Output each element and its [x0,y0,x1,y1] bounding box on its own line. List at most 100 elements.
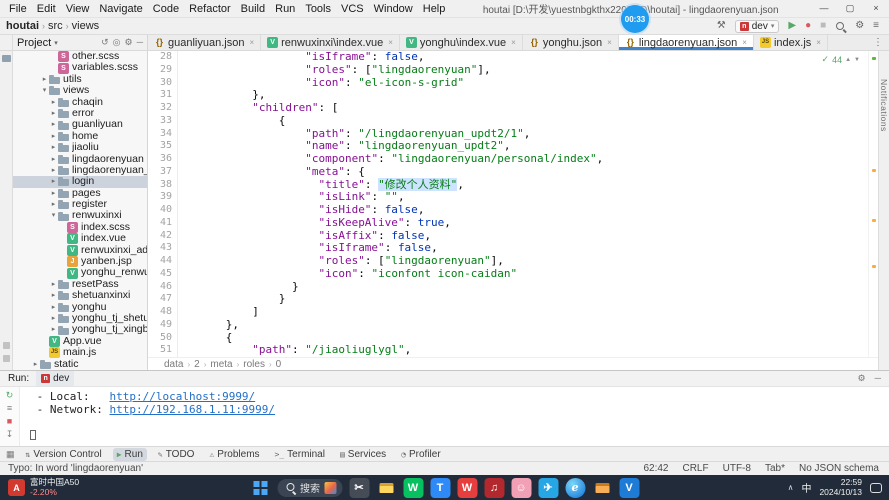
tree-item-guanliyuan[interactable]: ▸guanliyuan [13,119,147,130]
menu-edit[interactable]: Edit [32,3,61,15]
breadcrumb-roles[interactable]: roles [243,359,265,370]
soft-wrap-icon[interactable]: ≡ [7,403,12,413]
taskbar-app-file-explorer[interactable] [376,478,396,498]
tree-item-static[interactable]: ▸static [13,359,147,370]
taskbar-app-folder-app[interactable] [592,478,612,498]
tree-chevron-icon[interactable]: ▸ [49,199,58,210]
hide-panel-icon[interactable]: ─ [137,37,143,48]
tree-chevron-icon[interactable]: ▸ [31,359,40,370]
editor-area[interactable]: 2829303132333435363738394041424344454647… [148,51,878,370]
taskbar-app-music-app[interactable]: ♫ [484,478,504,498]
breadcrumb-2[interactable]: 2 [194,359,200,370]
taskbar-search[interactable]: 搜索 [277,479,342,497]
status-62-42[interactable]: 62:42 [643,463,668,474]
editor-tab-renwuxinxi-index-vue[interactable]: Vrenwuxinxi\index.vue× [261,35,400,50]
console-link[interactable]: http://192.168.1.11:9999/ [109,403,275,416]
tree-chevron-icon[interactable]: ▸ [49,302,58,313]
next-problem-icon[interactable]: ▼ [854,57,860,63]
menu-run[interactable]: Run [270,3,300,15]
tree-item-main-js[interactable]: JSmain.js [13,347,147,358]
menu-code[interactable]: Code [148,3,184,15]
run-settings-icon[interactable]: ⚙ [858,373,866,384]
menu-window[interactable]: Window [369,3,418,15]
tree-item-renwuxinxi-addlbdgl[interactable]: Vrenwuxinxi_addlbdgl... [13,245,147,256]
tree-item-utils[interactable]: ▸utils [13,74,147,85]
taskbar-clock[interactable]: 22:59 2024/10/13 [819,478,862,497]
tree-item-lingdaorenyuan[interactable]: ▸lingdaorenyuan [13,154,147,165]
breadcrumb-data[interactable]: data [164,359,183,370]
inspections-widget[interactable]: ✓ 44 ▲ ▼ [820,54,862,65]
tree-item-yonghu-tj-shetuanming[interactable]: ▸yonghu_tj_shetuanming... [13,313,147,324]
tree-chevron-icon[interactable]: ▸ [49,142,58,153]
tree-item-login[interactable]: ▸login [13,176,147,187]
tree-item-index-scss[interactable]: Sindex.scss [13,222,147,233]
tab-close-icon[interactable]: × [511,38,516,47]
tree-item-yonghu-renwuxinxi[interactable]: Vyonghu_renwuxinxi... [13,267,147,278]
tree-item-chaqin[interactable]: ▸chaqin [13,97,147,108]
menu-refactor[interactable]: Refactor [184,3,236,15]
search-icon[interactable] [835,21,846,32]
menu-navigate[interactable]: Navigate [94,3,147,15]
status-no-json-schema[interactable]: No JSON schema [799,463,879,474]
minimize-button[interactable]: — [811,3,837,14]
tab-close-icon[interactable]: × [388,38,393,47]
editor-tab-index-js[interactable]: JSindex.js× [754,35,828,50]
ime-indicator[interactable]: 中 [801,480,811,495]
run-console[interactable]: - Local: http://localhost:9999/ - Networ… [20,387,889,446]
run-tab-dev[interactable]: n dev [36,371,74,386]
prev-problem-icon[interactable]: ▲ [845,57,851,63]
toolwindow-services[interactable]: ▤Services [336,448,390,461]
locate-file-icon[interactable]: ◎ [113,37,121,48]
status-utf-8[interactable]: UTF-8 [723,463,751,474]
notifications-stripe-button[interactable]: Notifications [879,79,889,370]
tree-item-home[interactable]: ▸home [13,131,147,142]
toolwindow-problems[interactable]: ⚠Problems [205,448,263,461]
chevron-down-icon[interactable]: ▾ [54,39,58,47]
status-crlf[interactable]: CRLF [682,463,708,474]
toolwindow-todo[interactable]: ✎TODO [154,448,199,461]
taskbar-app-wechat[interactable]: W [403,478,423,498]
rerun-icon[interactable]: ↻ [6,390,14,400]
tree-item-shetuanxinxi[interactable]: ▸shetuanxinxi [13,290,147,301]
menu-vcs[interactable]: VCS [336,3,369,15]
run-icon[interactable]: ▶ [788,21,796,31]
tree-chevron-icon[interactable]: ▸ [49,119,58,130]
tree-item-resetpass[interactable]: ▸resetPass [13,279,147,290]
tray-expand-icon[interactable]: ∧ [788,483,794,492]
navbar-item-views[interactable]: views [72,20,100,32]
notification-center-icon[interactable] [870,483,882,493]
tree-item-renwuxinxi[interactable]: ▾renwuxinxi [13,210,147,221]
stop-icon[interactable]: ■ [7,416,12,426]
taskbar-widget[interactable]: A 富时中国A50 -2.20% [0,475,87,500]
editor-tab-yonghu-json[interactable]: {}yonghu.json× [523,35,619,50]
taskbar-app-edge[interactable]: e [565,478,585,498]
tree-item-yonghu[interactable]: ▸yonghu [13,302,147,313]
maximize-button[interactable]: ▢ [837,3,863,14]
tree-item-variables-scss[interactable]: Svariables.scss [13,62,147,73]
tree-chevron-icon[interactable]: ▸ [49,313,58,324]
run-config-select[interactable]: ndev▾ [735,20,780,33]
scroll-to-end-icon[interactable]: ↧ [6,429,14,439]
tree-item-jiaoliu[interactable]: ▸jiaoliu [13,142,147,153]
menu-view[interactable]: View [61,3,95,15]
toolwindow-run[interactable]: ▶Run [113,448,147,461]
tab-close-icon[interactable]: × [816,38,821,47]
project-stripe-icon[interactable] [2,55,11,62]
menu-build[interactable]: Build [236,3,270,15]
tree-item-yonghu-tj-xingbie[interactable]: ▸yonghu_tj_xingbie [13,324,147,335]
settings-icon[interactable]: ⚙ [855,21,864,31]
hide-run-panel-icon[interactable]: ─ [875,373,881,384]
tree-chevron-icon[interactable]: ▸ [49,324,58,335]
tab-close-icon[interactable]: × [607,38,612,47]
status-tab[interactable]: Tab* [765,463,785,474]
menu-help[interactable]: Help [418,3,451,15]
tree-item-app-vue[interactable]: VApp.vue [13,336,147,347]
tree-chevron-icon[interactable]: ▸ [49,176,58,187]
taskbar-app-docs-app[interactable]: T [430,478,450,498]
tree-item-other-scss[interactable]: Sother.scss [13,51,147,62]
stop-icon[interactable]: ■ [820,21,826,31]
menu-more-icon[interactable]: ≡ [873,21,879,31]
structure-stripe-icon[interactable] [3,342,10,349]
start-button[interactable] [250,478,270,498]
tree-chevron-icon[interactable]: ▸ [49,290,58,301]
